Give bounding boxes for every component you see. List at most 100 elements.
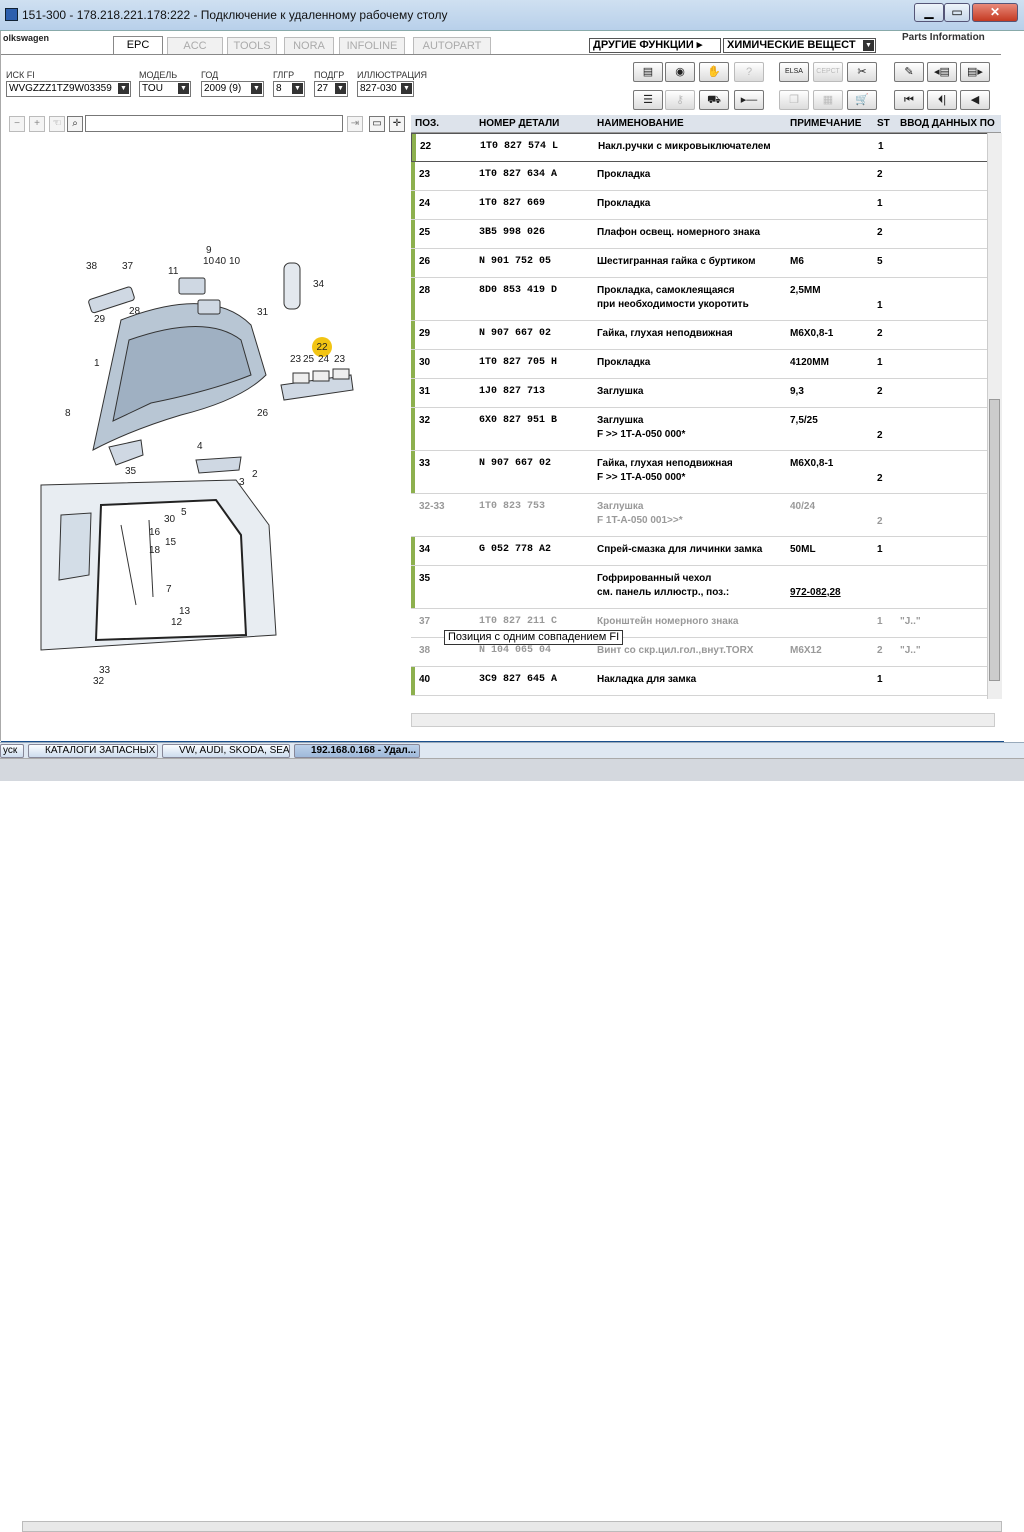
diagram-search-input[interactable] [85, 115, 343, 132]
prev-icon[interactable]: ⏴| [927, 90, 957, 110]
table-row[interactable]: 40 3C9 827 645 A Накладка для замка 1 [411, 667, 993, 696]
col-note[interactable]: ПРИМЕЧАНИЕ [790, 115, 861, 133]
callout-25: 25 [303, 354, 315, 365]
other-functions-menu[interactable]: ДРУГИЕ ФУНКЦИИ ▸ [589, 38, 721, 53]
tab-acc[interactable]: ACC [167, 37, 223, 54]
cell-pos: 31 [419, 386, 431, 397]
table-row[interactable]: 28 8D0 853 419 D Прокладка, самоклеящаяся 2… [411, 278, 993, 321]
callout-15: 15 [165, 537, 177, 548]
prev-page-icon[interactable]: ◂▤ [927, 62, 957, 82]
cell-name: Плафон освещ. номерного знака [597, 227, 761, 238]
print-icon[interactable]: ▤ [633, 62, 663, 82]
vin-select[interactable]: WVGZZZ1TZ9W03359 ▼ [6, 81, 131, 97]
cell-name-detail: см. панель иллюстр., поз.: [597, 587, 730, 598]
start-button[interactable]: уск [0, 744, 24, 758]
table-row[interactable]: 32-33 1T0 823 753 Заглушка 40/24 2 F 1T-A-050… [411, 494, 993, 537]
illustration-select[interactable]: 827-030 ▼ [357, 81, 414, 97]
cell-pos: 35 [419, 573, 431, 584]
cell-note[interactable]: 972-082,28 [790, 586, 841, 600]
window-title: 151-300 - 178.218.221.178:222 - Подключе… [22, 8, 448, 22]
rdp-horizontal-scrollbar[interactable] [22, 1521, 1002, 1532]
year-label: ГОД [201, 70, 219, 80]
parts-information-link[interactable]: Parts Information [902, 32, 985, 43]
zoom-in-icon[interactable]: + [29, 116, 45, 132]
cell-part-number: N 901 752 05 [479, 256, 552, 267]
table-row[interactable]: 35 Гофрированный чехол 972-082,28 см. панел… [411, 566, 993, 609]
table-row[interactable]: 30 1T0 827 705 H Прокладка 4120MM 1 [411, 350, 993, 379]
table-row[interactable]: 24 1T0 827 669 Прокладка 1 [411, 191, 993, 220]
vin-label: ИСК FI [6, 70, 35, 80]
tab-infoline[interactable]: INFOLINE [339, 37, 405, 54]
tab-nora[interactable]: NORA [284, 37, 334, 54]
table-row[interactable]: 26 N 901 752 05 Шестигранная гайка с бурти… [411, 249, 993, 278]
copy-icon[interactable]: ❐ [779, 90, 809, 110]
next-page-icon[interactable]: ▤▸ [960, 62, 990, 82]
window-titlebar: 151-300 - 178.218.221.178:222 - Подключе… [0, 0, 1024, 31]
elsa-icon[interactable]: ELSA [779, 62, 809, 82]
model-select[interactable]: TOU ▼ [139, 81, 191, 97]
callout-28: 28 [129, 306, 141, 317]
table-row[interactable]: 33 N 907 667 02 Гайка, глухая неподвижная M… [411, 451, 993, 494]
col-data-entry[interactable]: ВВОД ДАННЫХ ПО [900, 115, 1000, 133]
cell-pos: 25 [419, 227, 431, 238]
cell-name: Заглушка [597, 415, 644, 426]
table-row[interactable]: 32 6X0 827 951 B Заглушка 7,5/25 2 F >> 1T-A-… [411, 408, 993, 451]
task-catalogs[interactable]: КАТАЛОГИ ЗАПАСНЫХ ... [28, 744, 158, 758]
zoom-out-icon[interactable]: − [9, 116, 25, 132]
table-row[interactable]: 29 N 907 667 02 Гайка, глухая неподвижная M… [411, 321, 993, 350]
crosshair-icon[interactable]: ✛ [389, 116, 405, 132]
cart-icon[interactable]: 🛒 [847, 90, 877, 110]
parts-table: ПОЗ. НОМЕР ДЕТАЛИ НАИМЕНОВАНИЕ ПРИМЕЧАНИ… [411, 115, 1005, 713]
sub-group-select[interactable]: 27 ▼ [314, 81, 348, 97]
car-icon[interactable]: ⛟ [699, 90, 729, 110]
first-icon[interactable]: ⏮ [894, 90, 924, 110]
cell-name: Прокладка [597, 357, 651, 368]
search-icon[interactable]: ⌕ [67, 116, 83, 132]
chemicals-select-value: ХИМИЧЕСКИЕ ВЕЩЕСТ [727, 39, 856, 51]
year-select[interactable]: 2009 (9) ▼ [201, 81, 264, 97]
col-part-number[interactable]: НОМЕР ДЕТАЛИ [479, 115, 559, 133]
col-name[interactable]: НАИМЕНОВАНИЕ [597, 115, 684, 133]
close-button[interactable]: ✕ [972, 3, 1018, 22]
minimize-button[interactable]: ▁ [914, 3, 944, 22]
handshake-icon[interactable]: ✋ [699, 62, 729, 82]
help-icon[interactable]: ? [734, 62, 764, 82]
table-row[interactable]: 34 G 052 778 A2 Спрей-смазка для личинки з… [411, 537, 993, 566]
tools-icon[interactable]: ✂ [847, 62, 877, 82]
col-st[interactable]: ST [877, 115, 890, 133]
table-row[interactable]: 31 1J0 827 713 Заглушка 9,3 2 [411, 379, 993, 408]
cell-note: 4120MM [790, 357, 829, 368]
task-vw-audi[interactable]: VW, AUDI, SKODA, SEAT [162, 744, 290, 758]
vertical-scroll-thumb[interactable] [989, 399, 1000, 681]
step-icon[interactable]: ▸— [734, 90, 764, 110]
serst-icon[interactable]: СЕРСТ [813, 62, 843, 82]
horizontal-scrollbar[interactable] [411, 713, 995, 727]
cell-part-number: 3C9 827 645 A [479, 674, 558, 685]
chemicals-select[interactable]: ХИМИЧЕСКИЕ ВЕЩЕСТ ▼ [723, 38, 876, 53]
window-icon[interactable]: ▭ [369, 116, 385, 132]
key-icon[interactable]: ⚷ [665, 90, 695, 110]
back-icon[interactable]: ◀ [960, 90, 990, 110]
row-marker [411, 350, 415, 378]
table-row[interactable]: 22 1T0 827 574 L Накл.ручки с микровыключа… [411, 133, 993, 162]
fit-icon[interactable]: ⇥ [347, 116, 363, 132]
tab-epc[interactable]: EPC [113, 36, 163, 54]
row-marker [411, 379, 415, 407]
card-icon[interactable]: ▦ [813, 90, 843, 110]
table-row[interactable]: 25 3B5 998 026 Плафон освещ. номерного зна… [411, 220, 993, 249]
restore-button[interactable]: ▭ [944, 3, 970, 22]
cd-icon[interactable]: ◉ [665, 62, 695, 82]
list-icon[interactable]: ☰ [633, 90, 663, 110]
callout-32: 32 [93, 676, 105, 687]
tab-tools[interactable]: TOOLS [227, 37, 277, 54]
table-row[interactable]: 23 1T0 827 634 A Прокладка 2 [411, 162, 993, 191]
parts-diagram[interactable]: 22 38 37 9 11 10 40 10 34 28 29 31 1 23 … [1, 135, 407, 705]
col-pos[interactable]: ПОЗ. [415, 115, 439, 133]
cell-part-number: 1T0 827 705 H [479, 357, 558, 368]
task-rdp[interactable]: 192.168.0.168 - Удал... [294, 744, 420, 758]
main-group-select[interactable]: 8 ▼ [273, 81, 305, 97]
tab-autopart[interactable]: AUTOPART [413, 37, 491, 54]
cell-name: Прокладка [597, 198, 651, 209]
hand-icon[interactable]: ☜ [49, 116, 65, 132]
pin-icon[interactable]: ✎ [894, 62, 924, 82]
